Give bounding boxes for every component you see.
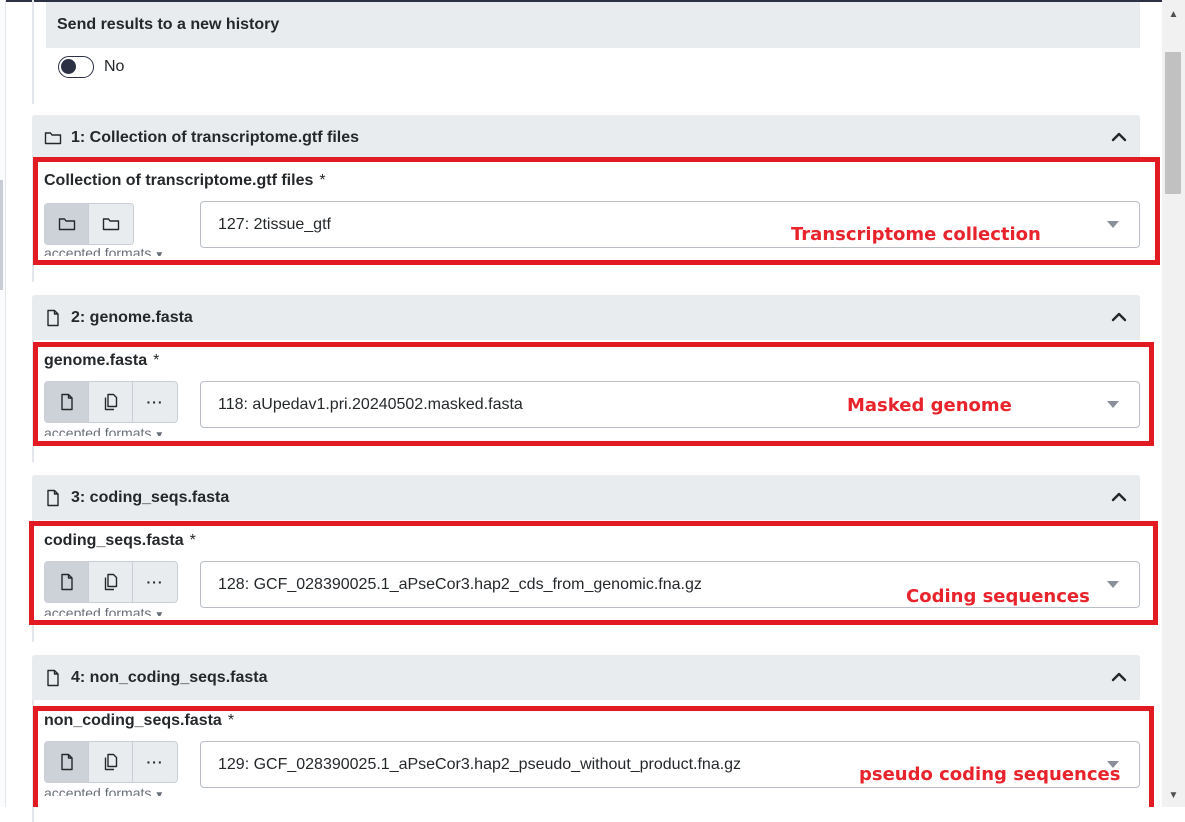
section-header-3[interactable]: 3: coding_seqs.fasta <box>32 475 1140 520</box>
section-title-3: 3: coding_seqs.fasta <box>71 488 230 506</box>
section-title-4: 4: non_coding_seqs.fasta <box>71 668 268 686</box>
left-panel-edge <box>0 0 6 807</box>
chevron-up-icon[interactable] <box>1110 128 1128 146</box>
annotation-label-2: Masked genome <box>847 395 1012 416</box>
send-results-toggle[interactable] <box>58 56 94 78</box>
annotation-box-3 <box>29 521 1158 625</box>
file-icon <box>44 309 62 327</box>
annotation-label-4: pseudo coding sequences <box>859 764 1121 785</box>
section-header-4[interactable]: 4: non_coding_seqs.fasta <box>32 655 1140 700</box>
scroll-down-arrow[interactable]: ▼ <box>1162 783 1185 807</box>
send-results-block: Send results to a new history No <box>32 0 1140 104</box>
file-icon <box>44 489 62 507</box>
chevron-up-icon[interactable] <box>1110 308 1128 326</box>
section-title-2: 2: genome.fasta <box>71 308 193 326</box>
chevron-up-icon[interactable] <box>1110 488 1128 506</box>
chevron-up-icon[interactable] <box>1110 668 1128 686</box>
vertical-scrollbar[interactable]: ▲ ▼ <box>1162 0 1185 807</box>
send-results-toggle-label: No <box>104 58 125 75</box>
left-panel-resize-handle[interactable] <box>0 180 3 290</box>
scroll-thumb[interactable] <box>1165 52 1181 194</box>
annotation-box-2 <box>33 342 1154 446</box>
send-results-title: Send results to a new history <box>46 2 1140 48</box>
section-title-1: 1: Collection of transcriptome.gtf files <box>71 128 360 146</box>
toggle-knob <box>61 59 76 74</box>
annotation-box-1 <box>33 157 1160 265</box>
section-header-1[interactable]: 1: Collection of transcriptome.gtf files <box>32 115 1140 160</box>
annotation-label-3: Coding sequences <box>906 586 1090 607</box>
file-icon <box>44 669 62 687</box>
folder-icon <box>44 129 62 147</box>
annotation-label-1: Transcriptome collection <box>791 224 1041 245</box>
scroll-up-arrow[interactable]: ▲ <box>1162 2 1185 26</box>
section-header-2[interactable]: 2: genome.fasta <box>32 295 1140 340</box>
annotation-box-4 <box>33 706 1154 807</box>
